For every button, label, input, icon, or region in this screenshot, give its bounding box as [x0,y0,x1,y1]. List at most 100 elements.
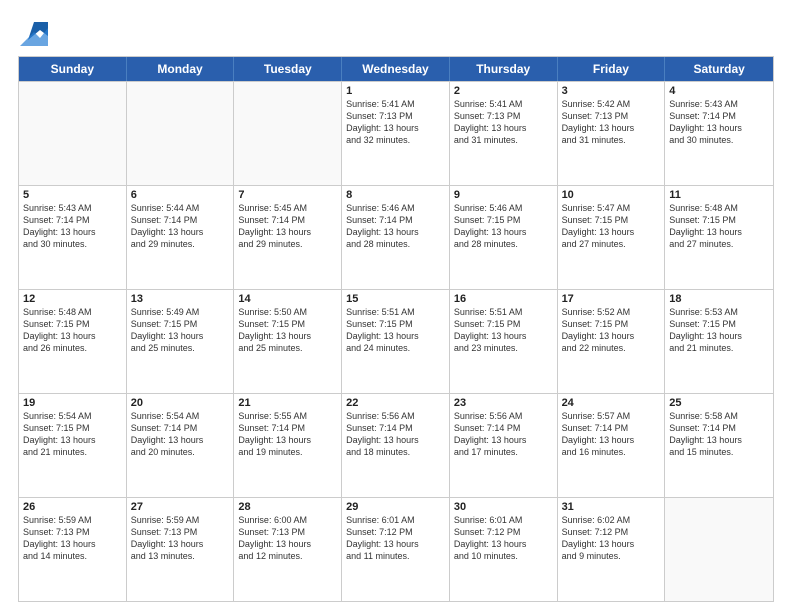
day-info: Sunrise: 5:41 AM Sunset: 7:13 PM Dayligh… [454,98,553,147]
day-number: 27 [131,501,230,513]
cal-cell: 3Sunrise: 5:42 AM Sunset: 7:13 PM Daylig… [558,82,666,185]
cal-header-tuesday: Tuesday [234,57,342,81]
cal-cell: 5Sunrise: 5:43 AM Sunset: 7:14 PM Daylig… [19,186,127,289]
day-info: Sunrise: 5:50 AM Sunset: 7:15 PM Dayligh… [238,306,337,355]
cal-week-4: 19Sunrise: 5:54 AM Sunset: 7:15 PM Dayli… [19,393,773,497]
cal-cell: 14Sunrise: 5:50 AM Sunset: 7:15 PM Dayli… [234,290,342,393]
cal-cell: 11Sunrise: 5:48 AM Sunset: 7:15 PM Dayli… [665,186,773,289]
day-info: Sunrise: 6:01 AM Sunset: 7:12 PM Dayligh… [346,514,445,563]
day-info: Sunrise: 5:46 AM Sunset: 7:14 PM Dayligh… [346,202,445,251]
cal-cell: 6Sunrise: 5:44 AM Sunset: 7:14 PM Daylig… [127,186,235,289]
cal-cell: 30Sunrise: 6:01 AM Sunset: 7:12 PM Dayli… [450,498,558,601]
cal-header-wednesday: Wednesday [342,57,450,81]
day-info: Sunrise: 5:43 AM Sunset: 7:14 PM Dayligh… [669,98,769,147]
day-number: 13 [131,293,230,305]
day-info: Sunrise: 5:44 AM Sunset: 7:14 PM Dayligh… [131,202,230,251]
logo [18,18,48,46]
day-number: 14 [238,293,337,305]
day-info: Sunrise: 5:41 AM Sunset: 7:13 PM Dayligh… [346,98,445,147]
day-info: Sunrise: 6:02 AM Sunset: 7:12 PM Dayligh… [562,514,661,563]
day-number: 25 [669,397,769,409]
day-number: 23 [454,397,553,409]
day-info: Sunrise: 5:59 AM Sunset: 7:13 PM Dayligh… [131,514,230,563]
day-number: 30 [454,501,553,513]
day-info: Sunrise: 5:42 AM Sunset: 7:13 PM Dayligh… [562,98,661,147]
day-info: Sunrise: 5:51 AM Sunset: 7:15 PM Dayligh… [346,306,445,355]
day-number: 8 [346,189,445,201]
cal-cell: 31Sunrise: 6:02 AM Sunset: 7:12 PM Dayli… [558,498,666,601]
cal-header-friday: Friday [558,57,666,81]
cal-cell: 27Sunrise: 5:59 AM Sunset: 7:13 PM Dayli… [127,498,235,601]
day-number: 29 [346,501,445,513]
day-info: Sunrise: 6:00 AM Sunset: 7:13 PM Dayligh… [238,514,337,563]
day-number: 17 [562,293,661,305]
day-number: 11 [669,189,769,201]
day-number: 26 [23,501,122,513]
day-info: Sunrise: 5:58 AM Sunset: 7:14 PM Dayligh… [669,410,769,459]
day-info: Sunrise: 5:56 AM Sunset: 7:14 PM Dayligh… [454,410,553,459]
cal-cell: 4Sunrise: 5:43 AM Sunset: 7:14 PM Daylig… [665,82,773,185]
day-number: 12 [23,293,122,305]
day-number: 28 [238,501,337,513]
cal-cell [127,82,235,185]
cal-header-thursday: Thursday [450,57,558,81]
cal-cell: 12Sunrise: 5:48 AM Sunset: 7:15 PM Dayli… [19,290,127,393]
cal-cell: 2Sunrise: 5:41 AM Sunset: 7:13 PM Daylig… [450,82,558,185]
cal-cell [234,82,342,185]
cal-cell: 29Sunrise: 6:01 AM Sunset: 7:12 PM Dayli… [342,498,450,601]
cal-cell: 20Sunrise: 5:54 AM Sunset: 7:14 PM Dayli… [127,394,235,497]
day-info: Sunrise: 5:56 AM Sunset: 7:14 PM Dayligh… [346,410,445,459]
cal-cell: 16Sunrise: 5:51 AM Sunset: 7:15 PM Dayli… [450,290,558,393]
day-info: Sunrise: 5:46 AM Sunset: 7:15 PM Dayligh… [454,202,553,251]
day-number: 21 [238,397,337,409]
calendar-body: 1Sunrise: 5:41 AM Sunset: 7:13 PM Daylig… [19,81,773,601]
cal-cell: 18Sunrise: 5:53 AM Sunset: 7:15 PM Dayli… [665,290,773,393]
calendar: SundayMondayTuesdayWednesdayThursdayFrid… [18,56,774,602]
day-info: Sunrise: 5:48 AM Sunset: 7:15 PM Dayligh… [23,306,122,355]
day-info: Sunrise: 5:48 AM Sunset: 7:15 PM Dayligh… [669,202,769,251]
cal-week-2: 5Sunrise: 5:43 AM Sunset: 7:14 PM Daylig… [19,185,773,289]
day-number: 31 [562,501,661,513]
cal-cell: 25Sunrise: 5:58 AM Sunset: 7:14 PM Dayli… [665,394,773,497]
day-info: Sunrise: 5:49 AM Sunset: 7:15 PM Dayligh… [131,306,230,355]
day-number: 2 [454,85,553,97]
day-info: Sunrise: 5:45 AM Sunset: 7:14 PM Dayligh… [238,202,337,251]
day-info: Sunrise: 5:59 AM Sunset: 7:13 PM Dayligh… [23,514,122,563]
cal-cell: 22Sunrise: 5:56 AM Sunset: 7:14 PM Dayli… [342,394,450,497]
page-header [18,18,774,46]
cal-cell: 21Sunrise: 5:55 AM Sunset: 7:14 PM Dayli… [234,394,342,497]
cal-cell: 24Sunrise: 5:57 AM Sunset: 7:14 PM Dayli… [558,394,666,497]
cal-header-sunday: Sunday [19,57,127,81]
cal-cell: 28Sunrise: 6:00 AM Sunset: 7:13 PM Dayli… [234,498,342,601]
day-info: Sunrise: 5:54 AM Sunset: 7:15 PM Dayligh… [23,410,122,459]
calendar-header-row: SundayMondayTuesdayWednesdayThursdayFrid… [19,57,773,81]
day-info: Sunrise: 5:47 AM Sunset: 7:15 PM Dayligh… [562,202,661,251]
cal-cell: 10Sunrise: 5:47 AM Sunset: 7:15 PM Dayli… [558,186,666,289]
day-number: 22 [346,397,445,409]
cal-cell: 9Sunrise: 5:46 AM Sunset: 7:15 PM Daylig… [450,186,558,289]
cal-cell: 1Sunrise: 5:41 AM Sunset: 7:13 PM Daylig… [342,82,450,185]
logo-icon [20,18,48,46]
day-info: Sunrise: 5:51 AM Sunset: 7:15 PM Dayligh… [454,306,553,355]
cal-cell: 15Sunrise: 5:51 AM Sunset: 7:15 PM Dayli… [342,290,450,393]
day-number: 7 [238,189,337,201]
cal-week-5: 26Sunrise: 5:59 AM Sunset: 7:13 PM Dayli… [19,497,773,601]
cal-cell [19,82,127,185]
day-number: 15 [346,293,445,305]
cal-header-saturday: Saturday [665,57,773,81]
day-info: Sunrise: 5:54 AM Sunset: 7:14 PM Dayligh… [131,410,230,459]
day-number: 4 [669,85,769,97]
day-number: 18 [669,293,769,305]
day-info: Sunrise: 5:43 AM Sunset: 7:14 PM Dayligh… [23,202,122,251]
day-number: 6 [131,189,230,201]
cal-cell: 17Sunrise: 5:52 AM Sunset: 7:15 PM Dayli… [558,290,666,393]
day-number: 20 [131,397,230,409]
day-number: 10 [562,189,661,201]
day-info: Sunrise: 5:57 AM Sunset: 7:14 PM Dayligh… [562,410,661,459]
day-info: Sunrise: 5:53 AM Sunset: 7:15 PM Dayligh… [669,306,769,355]
day-number: 19 [23,397,122,409]
cal-cell: 7Sunrise: 5:45 AM Sunset: 7:14 PM Daylig… [234,186,342,289]
cal-week-3: 12Sunrise: 5:48 AM Sunset: 7:15 PM Dayli… [19,289,773,393]
cal-cell: 19Sunrise: 5:54 AM Sunset: 7:15 PM Dayli… [19,394,127,497]
cal-cell: 23Sunrise: 5:56 AM Sunset: 7:14 PM Dayli… [450,394,558,497]
